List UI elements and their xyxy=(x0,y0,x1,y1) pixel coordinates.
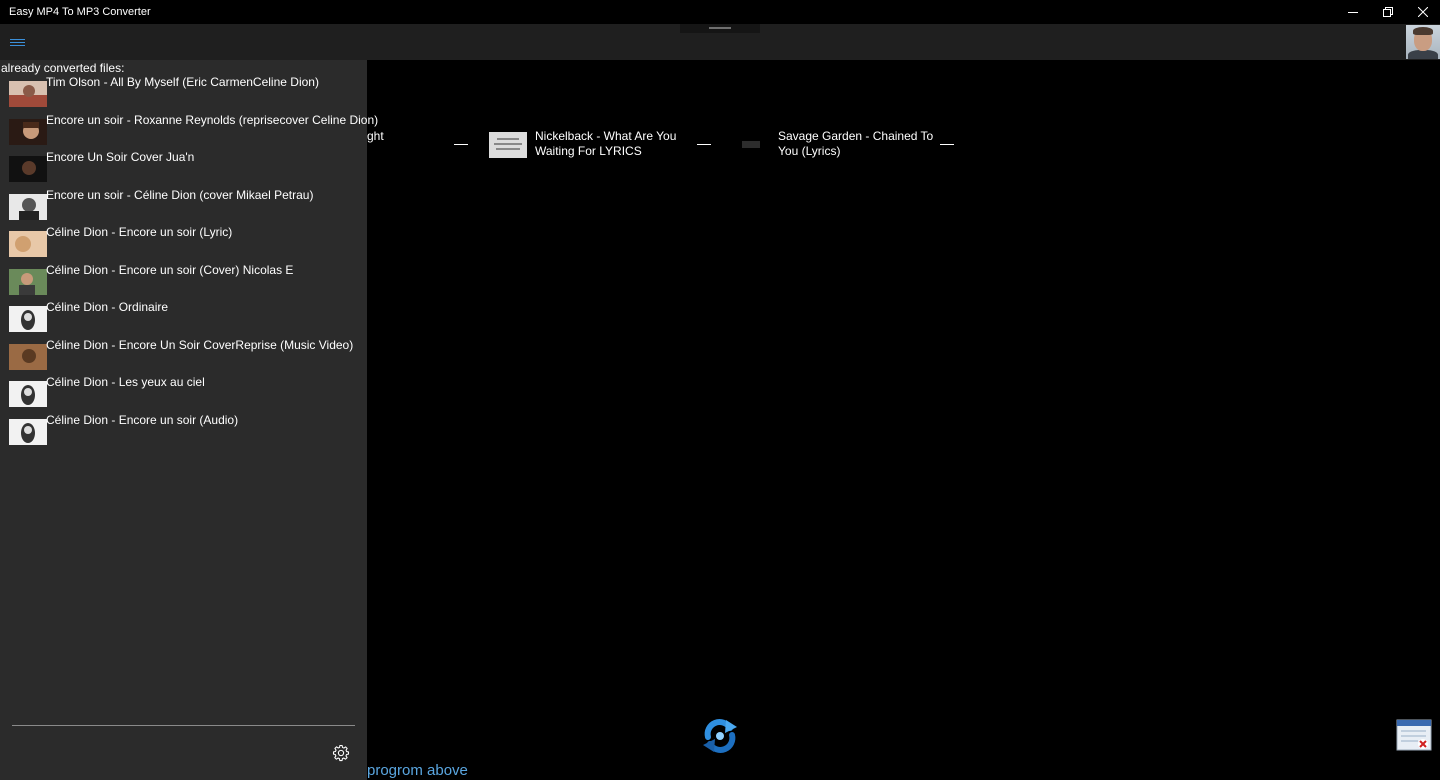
list-item[interactable]: Céline Dion - Ordinaire xyxy=(0,300,367,338)
close-icon xyxy=(1418,7,1428,17)
restore-icon xyxy=(1383,7,1393,17)
file-title: Tim Olson - All By Myself (Eric CarmenCe… xyxy=(46,75,319,89)
video-thumbnail xyxy=(9,306,47,332)
prompt-text: progrom above xyxy=(367,762,468,779)
list-item[interactable]: Tim Olson - All By Myself (Eric CarmenCe… xyxy=(0,75,367,113)
list-item[interactable]: Encore un soir - Roxanne Reynolds (repri… xyxy=(0,113,378,151)
list-item[interactable]: Céline Dion - Les yeux au ciel xyxy=(0,375,367,413)
converted-files-pane: already converted files: Tim Olson - All… xyxy=(0,60,378,780)
queue-item-subtitle: Waiting For LYRICS xyxy=(535,144,642,158)
video-thumbnail xyxy=(9,343,47,370)
video-thumbnail xyxy=(9,231,47,257)
file-title: Céline Dion - Encore Un Soir CoverRepris… xyxy=(46,337,354,352)
minimize-icon xyxy=(1348,12,1358,13)
video-thumbnail xyxy=(9,418,47,445)
queue-item[interactable]: Nickelback - What Are You Waiting For LY… xyxy=(535,129,676,159)
file-title: Céline Dion - Encore un soir (Audio) xyxy=(46,412,239,427)
gear-icon[interactable] xyxy=(332,744,350,762)
queue-item-title: Savage Garden - Chained To xyxy=(778,129,934,143)
minimize-button[interactable] xyxy=(1336,0,1370,24)
list-item[interactable]: Céline Dion - Encore un soir (Cover) Nic… xyxy=(0,263,367,301)
list-item[interactable]: Céline Dion - Encore Un Soir CoverRepris… xyxy=(0,338,367,376)
queue-item[interactable]: ght xyxy=(367,129,384,144)
refresh-convert-icon xyxy=(703,719,737,753)
divider xyxy=(12,725,355,726)
convert-button[interactable] xyxy=(700,717,740,755)
video-thumbnail xyxy=(9,81,47,107)
queue-item-subtitle: You (Lyrics) xyxy=(778,144,841,158)
restore-button[interactable] xyxy=(1371,0,1405,24)
video-thumbnail xyxy=(489,132,527,158)
remove-queue-item-button[interactable] xyxy=(697,144,711,145)
file-title: Céline Dion - Les yeux au ciel xyxy=(46,375,205,389)
user-avatar[interactable] xyxy=(1406,25,1440,59)
file-title: Céline Dion - Ordinaire xyxy=(46,300,169,314)
file-title: Céline Dion - Encore un soir (Lyric) xyxy=(46,225,233,239)
app-bar xyxy=(0,24,1440,60)
file-title: Céline Dion - Encore un soir (Cover) Nic… xyxy=(46,262,294,277)
clear-list-button[interactable] xyxy=(1396,718,1432,752)
video-thumbnail xyxy=(9,381,47,407)
list-item[interactable]: Encore Un Soir Cover Jua'n xyxy=(0,150,367,188)
hamburger-menu-icon xyxy=(10,39,25,40)
list-item[interactable]: Céline Dion - Encore un soir (Lyric) xyxy=(0,225,367,263)
pane-header: already converted files: xyxy=(1,61,125,75)
window-title: Easy MP4 To MP3 Converter xyxy=(9,6,151,18)
converted-files-list: Tim Olson - All By Myself (Eric CarmenCe… xyxy=(0,75,378,451)
queue-item[interactable]: Savage Garden - Chained To You (Lyrics) xyxy=(778,129,933,159)
remove-queue-item-button[interactable] xyxy=(454,144,468,145)
window-close-widget-icon xyxy=(1396,719,1432,751)
video-thumbnail xyxy=(9,268,47,295)
title-bar: Easy MP4 To MP3 Converter xyxy=(0,0,1440,24)
video-thumbnail xyxy=(732,132,770,158)
list-item[interactable]: Encore un soir - Céline Dion (cover Mika… xyxy=(0,188,367,226)
list-item[interactable]: Céline Dion - Encore un soir (Audio) xyxy=(0,413,367,451)
drag-handle[interactable] xyxy=(680,24,760,33)
video-thumbnail xyxy=(9,193,47,220)
video-thumbnail xyxy=(9,118,47,145)
close-button[interactable] xyxy=(1406,0,1440,24)
hamburger-menu-button[interactable] xyxy=(8,33,28,51)
video-thumbnail xyxy=(9,156,47,182)
queue-item-title: Nickelback - What Are You xyxy=(535,129,677,143)
queue-item-title: ght xyxy=(367,129,384,143)
file-title: Encore Un Soir Cover Jua'n xyxy=(46,150,195,164)
file-title: Encore un soir - Céline Dion (cover Mika… xyxy=(46,187,314,202)
file-title: Encore un soir - Roxanne Reynolds (repri… xyxy=(46,112,379,127)
remove-queue-item-button[interactable] xyxy=(940,144,954,145)
